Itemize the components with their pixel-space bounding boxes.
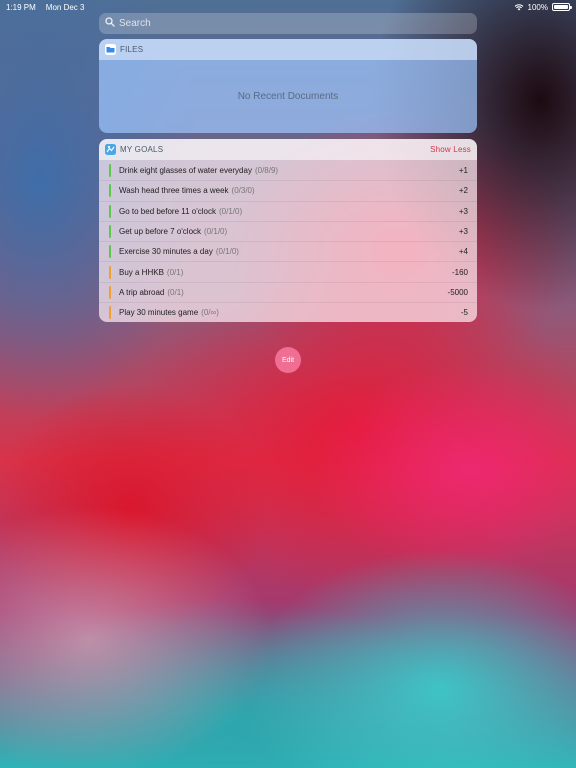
- goals-list: Drink eight glasses of water everyday (0/…: [99, 160, 477, 322]
- goals-app-icon: [105, 144, 116, 155]
- goal-progress: (0/1/0): [219, 206, 243, 216]
- files-widget-header[interactable]: FILES: [99, 39, 477, 60]
- goal-row[interactable]: Wash head three times a week (0/3/0) +2: [99, 180, 477, 200]
- goal-title: A trip abroad: [119, 287, 165, 297]
- goal-status-bar: [109, 163, 111, 177]
- goal-score: -5000: [447, 287, 468, 297]
- show-less-button[interactable]: Show Less: [430, 145, 471, 154]
- goal-score: +4: [458, 247, 468, 257]
- files-empty-message: No Recent Documents: [237, 91, 339, 102]
- battery-percent: 100%: [527, 2, 548, 12]
- goal-status-bar: [109, 204, 111, 218]
- goal-row[interactable]: Buy a HHKB (0/1) -160: [99, 261, 477, 281]
- goal-title: Go to bed before 11 o'clock: [119, 206, 216, 216]
- wifi-icon: [514, 3, 524, 11]
- goal-row[interactable]: Exercise 30 minutes a day (0/1/0) +4: [99, 241, 477, 261]
- goal-title: Play 30 minutes game: [119, 308, 199, 318]
- goal-title: Wash head three times a week: [119, 186, 229, 196]
- goal-progress: (0/1/0): [204, 227, 228, 237]
- goal-progress: (0/1): [166, 267, 184, 277]
- goal-progress: (0/∞): [201, 308, 219, 318]
- goal-status-bar: [109, 306, 111, 320]
- goal-score: -160: [451, 267, 468, 277]
- goal-score: +1: [458, 165, 468, 175]
- goal-progress: (0/3/0): [231, 186, 255, 196]
- status-date: Mon Dec 3: [45, 2, 85, 12]
- goal-score: +3: [458, 227, 468, 237]
- goal-title: Buy a HHKB: [119, 267, 164, 277]
- goal-status-bar: [109, 265, 111, 279]
- goal-row[interactable]: Go to bed before 11 o'clock (0/1/0) +3: [99, 200, 477, 221]
- battery-fill: [554, 5, 568, 9]
- goal-title: Drink eight glasses of water everyday: [119, 165, 252, 175]
- battery-icon: [552, 3, 572, 11]
- goal-row[interactable]: Drink eight glasses of water everyday (0/…: [99, 160, 477, 180]
- goal-title: Exercise 30 minutes a day: [119, 247, 213, 257]
- edit-button[interactable]: Edit: [275, 347, 301, 373]
- files-widget[interactable]: FILES No Recent Documents: [99, 39, 477, 133]
- search-placeholder: Search: [119, 18, 151, 29]
- goals-widget-header: MY GOALS Show Less: [99, 139, 477, 160]
- goal-row[interactable]: Play 30 minutes game (0/∞) -5: [99, 302, 477, 322]
- status-time: 1:19 PM: [6, 2, 36, 12]
- goal-status-bar: [109, 245, 111, 259]
- goal-progress: (0/1): [167, 287, 184, 297]
- goal-row[interactable]: Get up before 7 o'clock (0/1/0) +3: [99, 220, 477, 241]
- status-bar: 1:19 PM Mon Dec 3 100%: [0, 0, 576, 14]
- goal-status-bar: [109, 184, 111, 198]
- goal-progress: (0/8/9): [254, 165, 279, 175]
- goal-score: +3: [458, 206, 468, 216]
- goal-title: Get up before 7 o'clock: [119, 227, 202, 237]
- goal-score: +2: [458, 186, 468, 196]
- goals-widget-title: MY GOALS: [120, 145, 164, 154]
- folder-icon: [105, 44, 116, 55]
- goal-status-bar: [109, 285, 111, 299]
- goal-progress: (0/1/0): [215, 247, 239, 257]
- search-field[interactable]: Search: [99, 13, 477, 34]
- goal-score: -5: [460, 308, 468, 318]
- search-icon: [105, 17, 115, 30]
- goal-row[interactable]: A trip abroad (0/1) -5000: [99, 281, 477, 302]
- goals-widget[interactable]: MY GOALS Show Less Drink eight glasses o…: [99, 139, 477, 322]
- files-widget-title: FILES: [120, 45, 144, 54]
- goal-status-bar: [109, 225, 111, 239]
